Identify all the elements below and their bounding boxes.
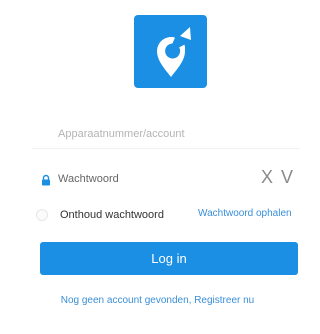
register-prompt-row: Nog geen account gevonden, Registreer nu (0, 295, 315, 306)
lock-icon (42, 174, 50, 186)
app-logo (134, 15, 207, 88)
location-pin-icon (156, 26, 191, 77)
register-prompt-text: Nog geen account gevonden, (60, 295, 192, 306)
remember-password-toggle[interactable]: Onthoud wachtwoord (36, 206, 164, 224)
remember-password-checkbox[interactable] (36, 209, 48, 221)
register-link[interactable]: Registreer nu (194, 295, 254, 306)
account-field-row (32, 118, 300, 149)
login-button[interactable]: Log in (40, 242, 298, 275)
forgot-password-link[interactable]: Wachtwoord ophalen (198, 208, 292, 219)
account-input[interactable] (58, 124, 288, 144)
show-password-icon[interactable]: V (278, 166, 296, 188)
clear-password-icon[interactable]: X (258, 166, 276, 188)
remember-password-label: Onthoud wachtwoord (60, 209, 164, 221)
password-input[interactable] (58, 169, 248, 189)
password-field-row: X V (32, 165, 300, 193)
